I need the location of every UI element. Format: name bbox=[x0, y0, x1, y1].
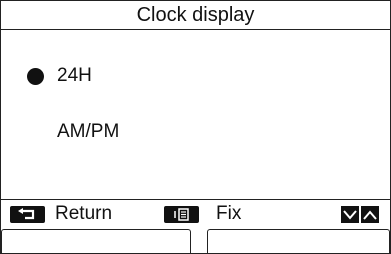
scroll-up-key[interactable] bbox=[361, 206, 379, 223]
scroll-down-key[interactable] bbox=[341, 206, 359, 223]
menu-icon bbox=[173, 208, 189, 221]
fix-label: Fix bbox=[216, 203, 242, 224]
option-24h[interactable]: 24H bbox=[27, 63, 92, 89]
selected-bullet-icon bbox=[27, 67, 44, 85]
return-arrow-icon bbox=[17, 208, 34, 220]
fix-key[interactable] bbox=[164, 206, 199, 223]
return-label: Return bbox=[55, 203, 113, 224]
chevron-down-icon bbox=[343, 209, 357, 220]
return-key[interactable] bbox=[10, 206, 45, 223]
option-am-pm[interactable]: AM/PM bbox=[57, 119, 119, 145]
screen-title: Clock display bbox=[1, 1, 390, 30]
option-label: 24H bbox=[57, 65, 92, 86]
right-soft-key[interactable] bbox=[207, 229, 390, 253]
option-label: AM/PM bbox=[57, 121, 120, 142]
chevron-up-icon bbox=[363, 209, 377, 220]
button-guide-bar: Return Fix bbox=[1, 200, 390, 228]
remote-display-screen: Clock display 24H AM/PM Return Fix bbox=[0, 0, 391, 254]
left-soft-key[interactable] bbox=[1, 229, 191, 253]
